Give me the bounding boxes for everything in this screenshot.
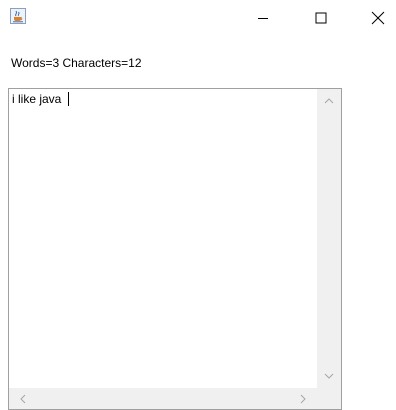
text-area-content: i like java — [12, 92, 65, 106]
scroll-right-button[interactable] — [295, 391, 311, 407]
scroll-up-button[interactable] — [321, 93, 337, 109]
minimize-button[interactable] — [240, 0, 286, 36]
chevron-right-icon — [300, 394, 306, 404]
text-area[interactable]: i like java — [9, 89, 317, 388]
close-button[interactable] — [355, 0, 396, 36]
horizontal-scrollbar[interactable] — [9, 388, 317, 409]
close-icon — [371, 11, 385, 25]
chevron-left-icon — [20, 394, 26, 404]
minimize-icon — [258, 18, 268, 19]
scroll-left-button[interactable] — [15, 391, 31, 407]
maximize-button[interactable] — [298, 0, 344, 36]
chevron-down-icon — [324, 373, 334, 379]
text-caret — [67, 92, 69, 106]
title-bar[interactable] — [0, 0, 396, 36]
chevron-up-icon — [324, 98, 334, 104]
maximize-icon — [315, 12, 327, 24]
vertical-scrollbar[interactable] — [317, 89, 341, 388]
scrollbar-corner — [317, 388, 341, 409]
text-scroll-pane: i like java — [8, 88, 342, 410]
app-window: Words=3 Characters=12 i like java — [0, 0, 396, 410]
scroll-down-button[interactable] — [321, 368, 337, 384]
java-cup-icon[interactable] — [10, 8, 26, 24]
word-character-count-label: Words=3 Characters=12 — [11, 56, 142, 70]
